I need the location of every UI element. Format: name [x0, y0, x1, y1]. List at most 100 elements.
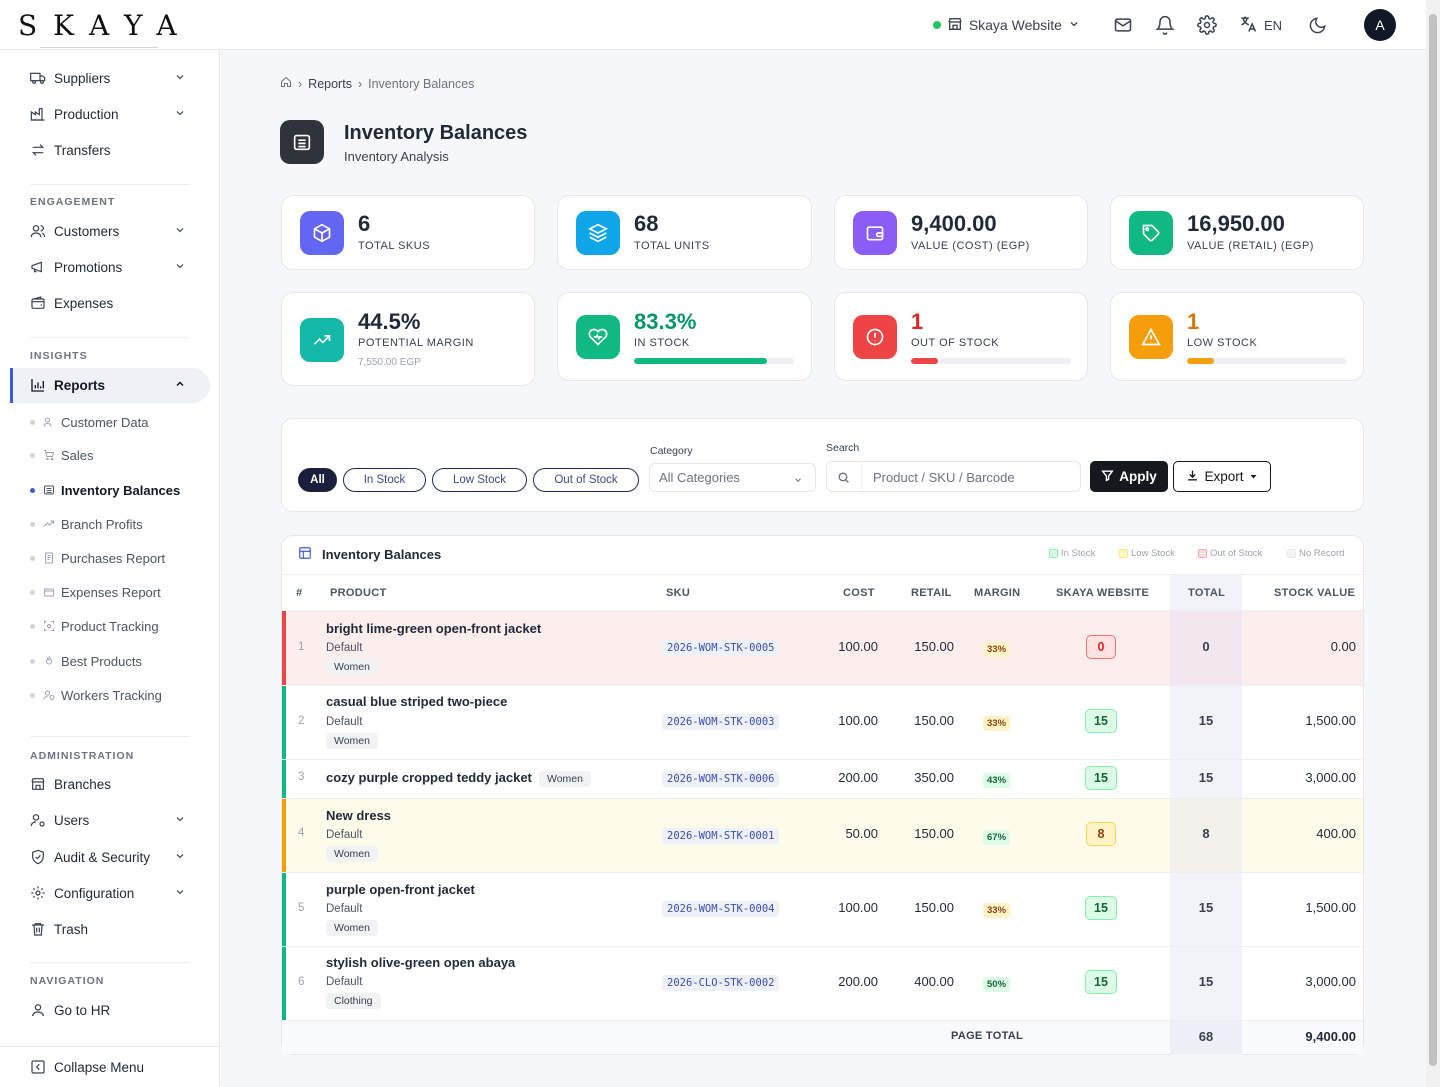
product-name[interactable]: casual blue striped two-piece — [326, 694, 507, 709]
sidebar-subitem-customer-data[interactable]: Customer Data — [30, 413, 148, 431]
stock-value-cell: 3,000.00 — [1305, 770, 1356, 785]
legend-swatch — [1198, 549, 1207, 558]
sidebar-item-go-to-hr[interactable]: Go to HR — [30, 998, 200, 1022]
apply-button[interactable]: Apply — [1090, 461, 1168, 492]
sidebar-subitem-expenses-report[interactable]: Expenses Report — [30, 583, 161, 601]
column-header-total[interactable]: TOTAL — [1188, 587, 1225, 599]
sidebar-item-label: Branches — [54, 776, 112, 792]
sku-code[interactable]: 2026-WOM-STK-0001 — [662, 828, 780, 844]
product-name[interactable]: bright lime-green open-front jacket — [326, 621, 541, 636]
legend-label: In Stock — [1061, 548, 1096, 559]
sku-code[interactable]: 2026-WOM-STK-0003 — [662, 714, 780, 730]
subitem-label: Customer Data — [61, 414, 149, 430]
column-header-retail[interactable]: RETAIL — [911, 587, 952, 599]
margin-cell: 33% — [983, 901, 1011, 918]
row-index: 5 — [298, 902, 305, 914]
filter-icon — [1101, 469, 1114, 485]
chevron-down-icon — [1068, 17, 1080, 33]
column-header-product[interactable]: PRODUCT — [330, 587, 387, 599]
language-selector[interactable]: EN — [1238, 14, 1282, 37]
sidebar-item-expenses[interactable]: Expenses — [30, 291, 200, 315]
category-tag-label: Women — [539, 771, 591, 787]
sidebar-subitem-sales[interactable]: Sales — [30, 446, 94, 464]
sidebar-subitem-product-tracking[interactable]: Product Tracking — [30, 617, 159, 635]
stock-value-cell: 400.00 — [1316, 826, 1356, 841]
sidebar-item-configuration[interactable]: Configuration — [30, 881, 200, 905]
total-cell: 15 — [1198, 770, 1214, 785]
scan-icon — [43, 620, 55, 632]
export-button[interactable]: Export — [1173, 461, 1271, 492]
mail-icon[interactable] — [1112, 14, 1134, 36]
chevron-down-icon — [793, 473, 803, 483]
sidebar-item-branches[interactable]: Branches — [30, 772, 200, 796]
sku-code[interactable]: 2026-WOM-STK-0004 — [662, 901, 780, 917]
total-cell: 15 — [1198, 900, 1214, 915]
store-icon — [947, 16, 963, 35]
sku-code[interactable]: 2026-WOM-STK-0006 — [662, 771, 780, 787]
sku-code[interactable]: 2026-CLO-STK-0002 — [662, 975, 780, 991]
filter-pill-out-of-stock[interactable]: Out of Stock — [533, 468, 639, 492]
sidebar-subitem-workers-tracking[interactable]: Workers Tracking — [30, 686, 162, 704]
sidebar-item-suppliers[interactable]: Suppliers — [30, 66, 200, 90]
filter-pill-low-stock[interactable]: Low Stock — [432, 468, 527, 492]
moon-icon[interactable] — [1306, 14, 1328, 36]
column-header-margin[interactable]: MARGIN — [974, 587, 1020, 599]
gear-icon[interactable] — [1196, 14, 1218, 36]
row-index: 2 — [298, 715, 305, 727]
brand-logo[interactable]: SKAYA — [0, 0, 186, 50]
sidebar-item-trash[interactable]: Trash — [30, 917, 200, 941]
product-name[interactable]: cozy purple cropped teddy jacket — [326, 770, 532, 785]
apply-label: Apply — [1119, 469, 1157, 484]
bullet — [30, 623, 35, 629]
sidebar-item-reports[interactable]: Reports — [30, 373, 200, 397]
bell-icon[interactable] — [1154, 14, 1176, 36]
collapse-menu-button[interactable]: Collapse Menu — [30, 1055, 200, 1079]
category-select[interactable]: All Categories — [649, 463, 816, 492]
language-label: EN — [1263, 17, 1282, 33]
top-bar: SKAYA Skaya Website EN A — [0, 0, 1426, 50]
filter-pill-all[interactable]: All — [298, 468, 337, 492]
sidebar-subitem-branch-profits[interactable]: Branch Profits — [30, 515, 143, 533]
filter-pill-in-stock[interactable]: In Stock — [343, 468, 426, 492]
sku-code[interactable]: 2026-WOM-STK-0005 — [662, 640, 780, 656]
stat-label: TOTAL SKUS — [358, 240, 431, 252]
avatar[interactable]: A — [1364, 9, 1396, 41]
scrollbar-thumb[interactable] — [1429, 14, 1437, 1066]
sidebar-item-transfers[interactable]: Transfers — [30, 138, 200, 162]
legend-label: No Record — [1299, 548, 1345, 559]
sidebar-item-label: Expenses — [54, 295, 114, 311]
retail-cell: 150.00 — [914, 826, 954, 841]
sku-cell: 2026-WOM-STK-0003 — [662, 713, 780, 730]
stat-card-value-cost: 9,400.00 VALUE (COST) (EGP) — [834, 195, 1088, 270]
product-name[interactable]: New dress — [326, 808, 391, 823]
column-header-index: # — [296, 587, 303, 599]
product-name[interactable]: purple open-front jacket — [326, 882, 475, 897]
home-icon[interactable] — [280, 76, 292, 91]
bullet — [30, 452, 35, 458]
retail-cell: 150.00 — [914, 713, 954, 728]
product-name[interactable]: stylish olive-green open abaya — [326, 955, 515, 970]
sidebar-subitem-best-products[interactable]: Best Products — [30, 652, 142, 670]
page-scrollbar[interactable] — [1426, 0, 1440, 1087]
heart-pulse-icon — [576, 315, 620, 359]
sidebar-item-label: Transfers — [54, 142, 111, 158]
column-header-branch[interactable]: SKAYA WEBSITE — [1056, 587, 1149, 599]
sidebar-subitem-inventory-balances[interactable]: Inventory Balances — [30, 481, 180, 499]
sidebar-item-users[interactable]: Users — [30, 808, 200, 832]
column-header-sku[interactable]: SKU — [666, 587, 690, 599]
branch-qty-badge: 15 — [1085, 896, 1117, 920]
sidebar-item-promotions[interactable]: Promotions — [30, 255, 200, 279]
price-tag-icon — [1129, 211, 1173, 255]
stock-value-cell: 0.00 — [1330, 639, 1356, 654]
sidebar-item-customers[interactable]: Customers — [30, 219, 200, 243]
store-selector[interactable]: Skaya Website — [932, 16, 1080, 35]
column-header-stock-value[interactable]: STOCK VALUE — [1274, 587, 1355, 599]
bullet — [30, 658, 35, 664]
breadcrumb-reports[interactable]: Reports — [308, 77, 352, 91]
legend-swatch — [1049, 549, 1058, 558]
sidebar-subitem-purchases-report[interactable]: Purchases Report — [30, 549, 165, 567]
search-input[interactable] — [873, 468, 1073, 486]
sidebar-item-production[interactable]: Production — [30, 102, 200, 126]
sidebar-item-audit-security[interactable]: Audit & Security — [30, 845, 200, 869]
column-header-cost[interactable]: COST — [843, 587, 875, 599]
